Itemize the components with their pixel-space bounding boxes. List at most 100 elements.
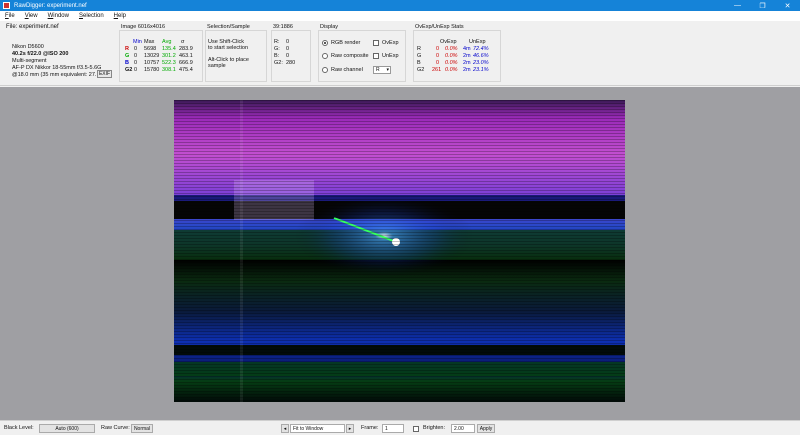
ovexp-count: 261 — [432, 67, 442, 73]
frame-input[interactable]: 1 — [382, 424, 404, 433]
title-bar: RawDigger: experiment.nef — ❐ ✕ — [0, 0, 800, 11]
ovexp-label: OvExp — [382, 40, 399, 46]
pixel-ch: R: — [274, 39, 280, 45]
pixel-value: 280 — [286, 60, 296, 66]
zoom-next-button[interactable]: ▸ — [346, 424, 354, 433]
ovexp-ch: G — [417, 53, 422, 59]
rgb-render-radio[interactable] — [322, 40, 328, 46]
stat-max: 10757 — [144, 60, 160, 66]
brighten-label: Brighten: — [423, 425, 446, 431]
chevron-left-icon: ◂ — [283, 425, 287, 432]
cursor-group: 39:1886 R: 0 G: 0 B: 0 G2: 280 — [271, 24, 311, 82]
stat-ch: R — [125, 46, 129, 52]
stat-max: 15780 — [144, 67, 160, 73]
menu-file[interactable]: File — [0, 13, 20, 19]
pixel-value: 0 — [286, 53, 290, 59]
unexp-header: UnExp — [469, 39, 486, 45]
selection-box — [205, 30, 267, 82]
unexp-count: 4m — [463, 46, 471, 52]
stat-max: 5698 — [144, 46, 157, 52]
stat-sd: 283.9 — [179, 46, 193, 52]
ovexp-count: 0 — [436, 60, 440, 66]
frame-label: Frame: — [361, 425, 379, 431]
stat-ch: G2 — [125, 67, 133, 73]
unexp-percent: 46.6% — [473, 53, 489, 59]
image-stats-group: Image 6016x4016 Min Max Avg σ R 0 5698 1… — [119, 24, 203, 82]
raw-channel-radio[interactable] — [322, 67, 328, 73]
chevron-down-icon: ▾ — [386, 67, 389, 73]
stat-min: 0 — [134, 53, 138, 59]
ovexp-percent: 0.0% — [445, 67, 458, 73]
ovexp-ch: G2 — [417, 67, 425, 73]
ovexp-count: 0 — [436, 46, 440, 52]
stat-header-sd: σ — [181, 39, 185, 45]
stat-sd: 666.9 — [179, 60, 193, 66]
unexp-count: 2m — [463, 67, 471, 73]
black-level-button[interactable]: Auto (600) — [39, 424, 95, 433]
unexp-count: 2m — [463, 53, 471, 59]
black-level-label: Black Level: — [4, 425, 34, 431]
menu-selection[interactable]: Selection — [74, 13, 109, 19]
selection-group: Selection/Sample Use Shift-Click to star… — [205, 24, 267, 82]
selection-hint: to start selection — [208, 45, 249, 51]
info-panel: File: experiment.nef Nikon D5600 40.2s f… — [0, 21, 800, 86]
stat-header-max: Max — [144, 39, 155, 45]
ovexp-ch: B — [417, 60, 421, 66]
stat-header-min: Min — [133, 39, 142, 45]
ovexp-percent: 0.0% — [445, 53, 458, 59]
zoom-select[interactable]: Fit to Window — [290, 424, 345, 433]
unexp-percent: 72.4% — [473, 46, 489, 52]
raw-image-render — [174, 100, 625, 402]
close-button[interactable]: ✕ — [775, 0, 800, 11]
focal-length: @18.0 mm (35 mm equivalent: 27. — [12, 72, 97, 78]
stat-ch: B — [125, 60, 129, 66]
menu-help[interactable]: Help — [109, 13, 131, 19]
raw-curve-button[interactable]: Normal — [131, 424, 153, 433]
pixel-value: 0 — [286, 39, 290, 45]
metering-mode: Multi-segment — [12, 58, 47, 64]
ovexp-stats-group: OvExp/UnExp Stats OvExp UnExp R 0 0.0% 4… — [413, 24, 501, 82]
stat-min: 0 — [134, 67, 138, 73]
ovexp-count: 0 — [436, 53, 440, 59]
channel-select-value: R — [376, 67, 380, 73]
unexp-label: UnExp — [382, 53, 399, 59]
zoom-prev-button[interactable]: ◂ — [281, 424, 289, 433]
minimize-button[interactable]: — — [725, 0, 750, 11]
raw-curve-label: Raw Curve: — [101, 425, 130, 431]
stat-sd: 463.1 — [179, 53, 193, 59]
menu-window[interactable]: Window — [43, 13, 74, 19]
unexp-percent: 23.1% — [473, 67, 489, 73]
exposure-info: 40.2s f/22.0 @ISO 200 — [12, 51, 69, 57]
file-title: File: experiment.nef — [6, 24, 59, 30]
lens-info: AF-P DX Nikkor 18-55mm f/3.5-5.6G — [12, 65, 102, 71]
ovexp-checkbox[interactable] — [373, 40, 379, 46]
ovexp-header: OvExp — [440, 39, 457, 45]
file-group: File: experiment.nef Nikon D5600 40.2s f… — [4, 24, 116, 82]
ovexp-percent: 0.0% — [445, 60, 458, 66]
brighten-input[interactable]: 2.00 — [451, 424, 475, 433]
sample-hint: sample — [208, 63, 226, 69]
pixel-ch: B: — [274, 53, 280, 59]
exif-button[interactable]: EXIF — [97, 70, 112, 78]
unexp-percent: 23.0% — [473, 60, 489, 66]
pixel-value: 0 — [286, 46, 290, 52]
stat-min: 0 — [134, 46, 138, 52]
menu-bar: File View Window Selection Help — [0, 11, 800, 21]
stat-avg: 308.1 — [162, 67, 176, 73]
apply-button[interactable]: Apply — [477, 424, 495, 433]
status-bar: Black Level: Auto (600) Raw Curve: Norma… — [0, 420, 800, 435]
brighten-checkbox[interactable] — [413, 426, 419, 432]
maximize-button[interactable]: ❐ — [750, 0, 775, 11]
unexp-checkbox[interactable] — [373, 53, 379, 59]
menu-view[interactable]: View — [20, 13, 43, 19]
raw-composite-radio[interactable] — [322, 53, 328, 59]
rgb-render-label: RGB render — [331, 40, 361, 46]
window-title: RawDigger: experiment.nef — [14, 2, 87, 9]
channel-select[interactable]: R ▾ — [373, 66, 391, 74]
raw-image[interactable] — [174, 100, 625, 402]
app-icon — [3, 2, 10, 9]
stat-header-avg: Avg — [162, 39, 172, 45]
stat-sd: 475.4 — [179, 67, 193, 73]
unexp-count: 2m — [463, 60, 471, 66]
stat-avg: 522.3 — [162, 60, 176, 66]
